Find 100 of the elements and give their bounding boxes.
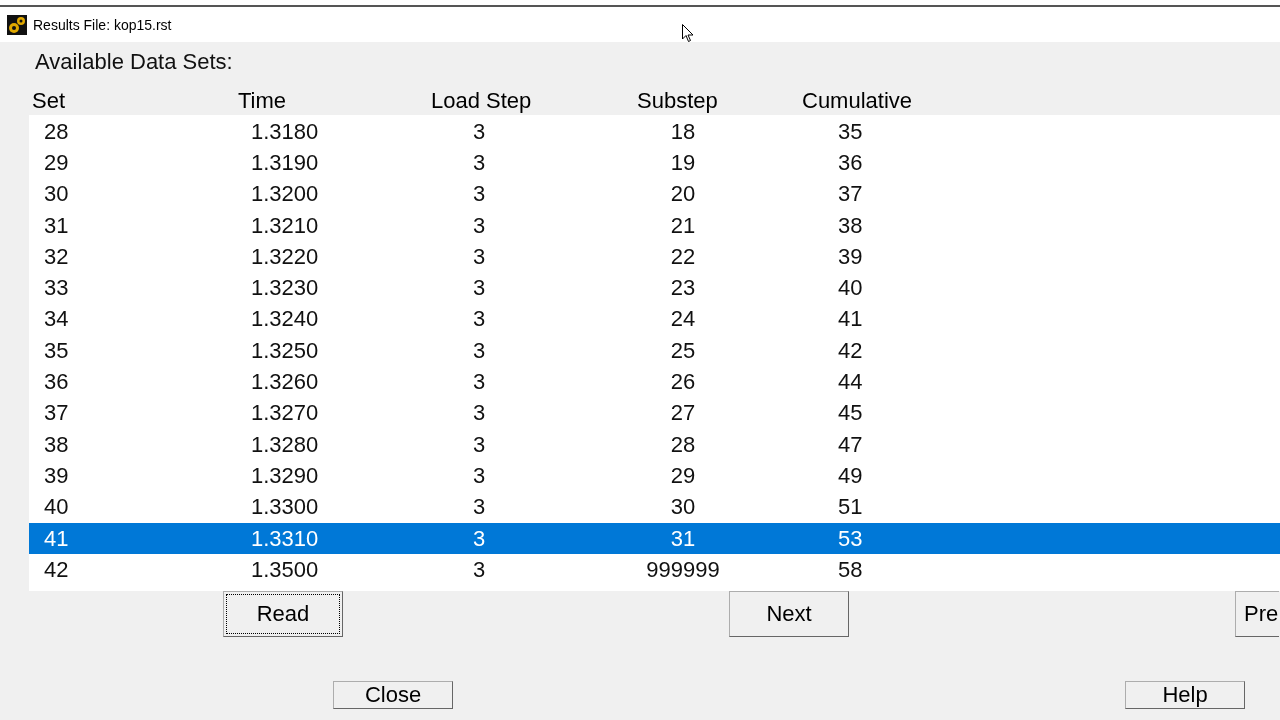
section-heading: Available Data Sets: bbox=[34, 48, 234, 76]
table-cell: 28 bbox=[670, 431, 696, 458]
table-cell: 1.3210 bbox=[251, 212, 319, 239]
column-header: Cumulative bbox=[801, 88, 913, 114]
table-cell: 30 bbox=[670, 494, 696, 521]
table-cell: 37 bbox=[838, 181, 863, 208]
table-cell: 3 bbox=[473, 556, 486, 583]
table-row[interactable]: 37 1.3270 3 27 45 bbox=[29, 397, 1280, 429]
table-cell: 25 bbox=[670, 337, 696, 364]
table-cell: 35 bbox=[838, 118, 863, 145]
table-row[interactable]: 29 1.3190 3 19 36 bbox=[29, 147, 1280, 179]
table-cell: 38 bbox=[44, 431, 69, 458]
table-cell: 1.3180 bbox=[251, 118, 319, 145]
table-cell: 3 bbox=[473, 400, 486, 427]
gears-icon bbox=[7, 14, 27, 35]
table-cell: 39 bbox=[838, 243, 863, 270]
table-cell: 30 bbox=[44, 181, 69, 208]
table-cell: 24 bbox=[670, 306, 696, 333]
table-cell: 3 bbox=[473, 118, 486, 145]
table-cell: 3 bbox=[473, 369, 486, 395]
table-cell: 40 bbox=[838, 275, 863, 302]
table-cell: 31 bbox=[670, 525, 696, 552]
table-cell: 28 bbox=[44, 118, 69, 145]
table-cell: 41 bbox=[838, 306, 863, 333]
table-cell: 44 bbox=[838, 369, 863, 395]
table-cell: 1.3310 bbox=[251, 525, 319, 552]
table-cell: 3 bbox=[473, 431, 486, 458]
table-cell: 1.3200 bbox=[251, 181, 319, 208]
table-cell: 1.3290 bbox=[251, 462, 319, 489]
table-cell: 3 bbox=[473, 494, 486, 521]
table-row[interactable]: 31 1.3210 3 21 38 bbox=[29, 209, 1280, 242]
table-cell: 23 bbox=[670, 275, 696, 302]
table-cell: 32 bbox=[44, 243, 69, 270]
table-cell: 29 bbox=[44, 149, 69, 176]
table-cell: 34 bbox=[44, 306, 69, 333]
table-cell: 29 bbox=[670, 462, 696, 489]
table-cell: 33 bbox=[44, 275, 69, 302]
table-cell: 37 bbox=[44, 400, 69, 427]
table-cell: 35 bbox=[44, 337, 69, 364]
table-cell: 45 bbox=[838, 400, 863, 427]
table-cell: 22 bbox=[670, 243, 696, 270]
table-row[interactable]: 28 1.3180 3 18 35 bbox=[29, 116, 1280, 148]
table-row[interactable]: 32 1.3220 3 22 39 bbox=[29, 241, 1280, 273]
table-cell: 1.3220 bbox=[251, 243, 319, 270]
table-cell: 3 bbox=[473, 275, 486, 302]
table-cell: 36 bbox=[838, 149, 863, 176]
table-cell: 3 bbox=[473, 462, 486, 489]
table-cell: 38 bbox=[838, 212, 863, 239]
table-cell: 40 bbox=[44, 494, 69, 521]
table-row[interactable]: 30 1.3200 3 20 37 bbox=[29, 178, 1280, 210]
table-cell: 20 bbox=[670, 181, 696, 208]
table-cell: 999999 bbox=[646, 556, 720, 583]
table-cell: 3 bbox=[473, 212, 486, 239]
table-cell: 3 bbox=[473, 525, 486, 552]
table-cell: 21 bbox=[670, 212, 696, 239]
table-cell: 42 bbox=[838, 337, 863, 364]
table-cell: 3 bbox=[473, 306, 486, 333]
table-cell: 42 bbox=[44, 556, 69, 583]
action-button[interactable]: Read bbox=[223, 591, 343, 637]
table-cell: 1.3240 bbox=[251, 306, 319, 333]
table-cell: 18 bbox=[670, 118, 696, 145]
table-cell: 3 bbox=[473, 181, 486, 208]
action-button[interactable]: Help bbox=[1125, 681, 1245, 709]
table-cell: 3 bbox=[473, 149, 486, 176]
table-cell: 36 bbox=[44, 369, 69, 395]
table-cell: 1.3280 bbox=[251, 431, 319, 458]
table-row[interactable]: 34 1.3240 3 24 41 bbox=[29, 303, 1280, 336]
table-row[interactable]: 36 1.3260 3 26 44 bbox=[29, 366, 1280, 398]
table-cell: 1.3500 bbox=[251, 556, 319, 583]
table-cell: 51 bbox=[838, 494, 863, 521]
table-row[interactable]: 40 1.3300 3 30 51 bbox=[29, 491, 1280, 523]
table-row[interactable]: 35 1.3250 3 25 42 bbox=[29, 335, 1280, 367]
column-header: Time bbox=[237, 88, 287, 114]
table-row[interactable]: 42 1.3500 3 999999 58 bbox=[29, 554, 1280, 586]
table-cell: 53 bbox=[838, 525, 863, 552]
table-cell: 1.3300 bbox=[251, 494, 319, 521]
table-cell: 26 bbox=[670, 369, 696, 395]
table-cell: 3 bbox=[473, 337, 486, 364]
table-cell: 58 bbox=[838, 556, 863, 583]
table-cell: 1.3270 bbox=[251, 400, 319, 427]
table-cell: 27 bbox=[670, 400, 696, 427]
table-row[interactable]: 39 1.3290 3 29 49 bbox=[29, 460, 1280, 492]
table-cell: 39 bbox=[44, 462, 69, 489]
table-row[interactable]: 38 1.3280 3 28 47 bbox=[29, 428, 1280, 461]
table-cell: 49 bbox=[838, 462, 863, 489]
action-button[interactable]: Pre bbox=[1235, 591, 1279, 637]
table-cell: 41 bbox=[44, 525, 69, 552]
table-cell: 3 bbox=[473, 243, 486, 270]
table-row[interactable]: 33 1.3230 3 23 40 bbox=[29, 272, 1280, 304]
table-cell: 1.3230 bbox=[251, 275, 319, 302]
table-row[interactable]: 41 1.3310 3 31 53 bbox=[29, 522, 1280, 555]
table-cell: 1.3260 bbox=[251, 369, 319, 395]
action-button[interactable]: Close bbox=[333, 681, 453, 709]
column-header: Substep bbox=[636, 88, 718, 114]
table-cell: 31 bbox=[44, 212, 69, 239]
column-header: Load Step bbox=[430, 88, 532, 114]
table-cell: 19 bbox=[670, 149, 696, 176]
table-cell: 47 bbox=[838, 431, 863, 458]
window-title: Results File: kop15.rst bbox=[33, 16, 172, 33]
action-button[interactable]: Next bbox=[729, 591, 849, 637]
